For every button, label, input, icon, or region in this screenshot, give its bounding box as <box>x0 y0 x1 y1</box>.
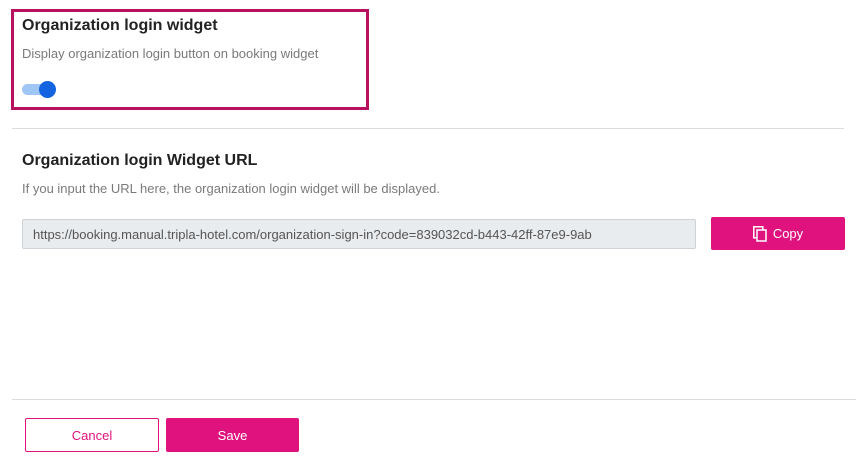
cancel-button-label: Cancel <box>71 427 113 443</box>
cancel-button[interactable]: Cancel <box>25 418 159 452</box>
widget-url-title: Organization login Widget URL <box>22 152 258 169</box>
copy-icon <box>752 225 767 242</box>
copy-button-label: Copy <box>772 226 804 241</box>
org-widget-toggle[interactable] <box>22 81 56 98</box>
section-divider <box>12 128 844 129</box>
save-button-label: Save <box>217 427 248 443</box>
widget-url-field[interactable] <box>22 219 696 249</box>
toggle-knob <box>39 81 56 98</box>
settings-page: Organization login widget Display organi… <box>0 0 856 463</box>
org-widget-description: Display organization login button on boo… <box>22 46 319 61</box>
save-button[interactable]: Save <box>166 418 299 452</box>
org-widget-title: Organization login widget <box>22 17 218 34</box>
footer-divider <box>12 399 856 400</box>
widget-url-description: If you input the URL here, the organizat… <box>22 181 440 196</box>
copy-button[interactable]: Copy <box>711 217 845 250</box>
